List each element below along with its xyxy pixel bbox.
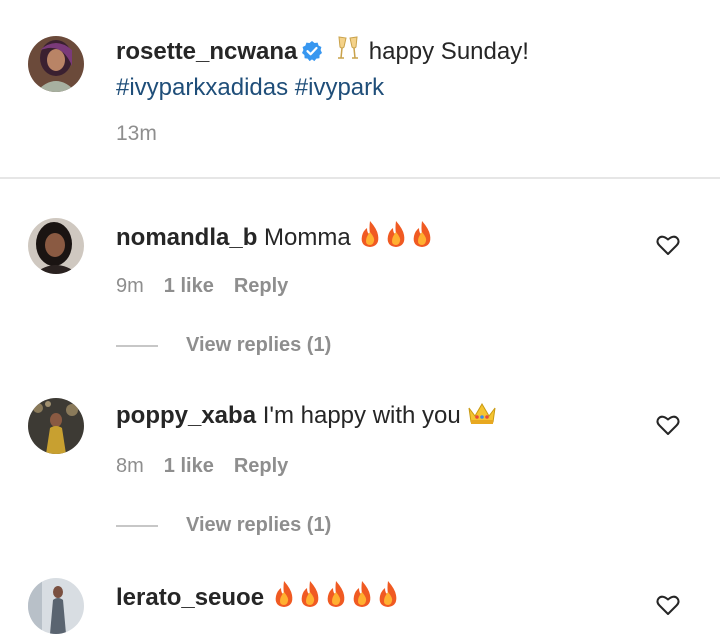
comment-username[interactable]: lerato_seuoe xyxy=(116,584,264,611)
divider xyxy=(0,177,720,179)
like-heart-icon[interactable] xyxy=(656,594,680,616)
fire-icon xyxy=(297,580,323,616)
post-caption: rosette_ncwana happy Sunday! #ivyparkxad… xyxy=(116,34,676,104)
fire-icon xyxy=(375,580,401,616)
crown-icon xyxy=(467,400,497,434)
replies-divider xyxy=(116,525,158,527)
fire-icon xyxy=(323,580,349,616)
comment-text: I'm happy with you xyxy=(262,402,461,429)
view-replies-button[interactable]: View replies (1) xyxy=(186,514,331,537)
fire-icon xyxy=(409,220,435,256)
likes-count[interactable]: 1 like xyxy=(164,455,214,477)
post-username[interactable]: rosette_ncwana xyxy=(116,38,297,65)
comment-timestamp: 9m xyxy=(116,275,144,297)
reply-button[interactable]: Reply xyxy=(234,275,288,297)
comment-meta: 8m 1 like Reply xyxy=(116,455,308,478)
comment-meta: 9m 1 like Reply xyxy=(116,275,308,298)
view-replies-button[interactable]: View replies (1) xyxy=(186,334,331,357)
fire-icon xyxy=(357,220,383,256)
like-heart-icon[interactable] xyxy=(656,234,680,256)
comment: poppy_xaba I'm happy with you xyxy=(116,400,497,434)
fire-icon xyxy=(349,580,375,616)
avatar[interactable] xyxy=(28,398,84,454)
caption-text: happy Sunday! xyxy=(368,38,529,65)
comment-username[interactable]: nomandla_b xyxy=(116,224,257,251)
avatar[interactable] xyxy=(28,36,84,92)
comment: nomandla_b Momma xyxy=(116,220,435,256)
fire-icon xyxy=(271,580,297,616)
fire-icon xyxy=(383,220,409,256)
comment-timestamp: 8m xyxy=(116,455,144,477)
caption-hashtags[interactable]: #ivyparkxadidas #ivypark xyxy=(116,71,676,104)
post-timestamp: 13m xyxy=(116,122,157,145)
replies-divider xyxy=(116,345,158,347)
verified-badge-icon xyxy=(301,38,323,71)
comment-username[interactable]: poppy_xaba xyxy=(116,402,256,429)
champagne-glasses-icon xyxy=(334,34,362,71)
avatar[interactable] xyxy=(28,218,84,274)
comment-text: Momma xyxy=(264,224,351,251)
like-heart-icon[interactable] xyxy=(656,414,680,436)
avatar[interactable] xyxy=(28,578,84,634)
reply-button[interactable]: Reply xyxy=(234,455,288,477)
comment: lerato_seuoe xyxy=(116,580,401,616)
likes-count[interactable]: 1 like xyxy=(164,275,214,297)
